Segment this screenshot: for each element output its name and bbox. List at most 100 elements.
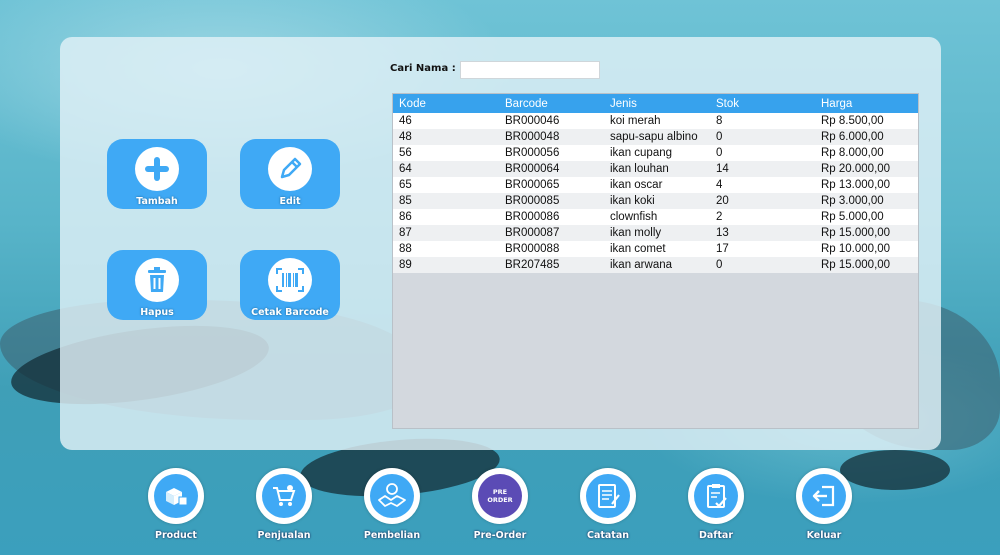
hapus-button[interactable]: Hapus xyxy=(107,250,207,320)
table-row[interactable]: 64 BR000064 ikan louhan 14 Rp 20.000,00 xyxy=(393,161,918,177)
nav-catatan[interactable]: Catatan xyxy=(572,468,644,548)
cell-harga: Rp 13.000,00 xyxy=(821,179,891,191)
nav-keluar[interactable]: Keluar xyxy=(788,468,860,548)
cell-harga: Rp 8.000,00 xyxy=(821,147,884,159)
barcode-icon xyxy=(268,258,312,302)
exit-icon xyxy=(802,474,846,518)
nav-penjualan-label: Penjualan xyxy=(257,530,311,541)
cell-jenis: ikan koki xyxy=(610,195,655,207)
cell-jenis: ikan arwana xyxy=(610,259,673,271)
cell-harga: Rp 20.000,00 xyxy=(821,163,891,175)
handshake-icon xyxy=(370,474,414,518)
trash-icon xyxy=(135,258,179,302)
cell-stok: 0 xyxy=(716,259,723,271)
column-header-barcode[interactable]: Barcode xyxy=(499,94,604,113)
nav-pembelian[interactable]: Pembelian xyxy=(356,468,428,548)
cell-jenis: ikan oscar xyxy=(610,179,663,191)
cell-kode: 48 xyxy=(399,131,412,143)
cell-jenis: koi merah xyxy=(610,115,661,127)
cell-barcode: BR207485 xyxy=(505,259,560,271)
plus-icon xyxy=(135,147,179,191)
cell-barcode: BR000085 xyxy=(505,195,560,207)
table-row[interactable]: 86 BR000086 clownfish 2 Rp 5.000,00 xyxy=(393,209,918,225)
table-row[interactable]: 89 BR207485 ikan arwana 0 Rp 15.000,00 xyxy=(393,257,918,273)
nav-keluar-label: Keluar xyxy=(806,530,842,541)
cell-stok: 4 xyxy=(716,179,723,191)
table-row[interactable]: 46 BR000046 koi merah 8 Rp 8.500,00 xyxy=(393,113,918,129)
cetak-barcode-button[interactable]: Cetak Barcode xyxy=(240,250,340,320)
cell-barcode: BR000046 xyxy=(505,115,560,127)
cell-jenis: clownfish xyxy=(610,211,658,223)
table-row[interactable]: 87 BR000087 ikan molly 13 Rp 15.000,00 xyxy=(393,225,918,241)
cell-kode: 89 xyxy=(399,259,412,271)
nav-daftar-label: Daftar xyxy=(698,530,734,541)
cell-harga: Rp 3.000,00 xyxy=(821,195,884,207)
cell-barcode: BR000056 xyxy=(505,147,560,159)
cell-barcode: BR000048 xyxy=(505,131,560,143)
nav-pembelian-label: Pembelian xyxy=(363,530,421,541)
table-row[interactable]: 56 BR000056 ikan cupang 0 Rp 8.000,00 xyxy=(393,145,918,161)
cell-kode: 46 xyxy=(399,115,412,127)
nav-daftar[interactable]: Daftar xyxy=(680,468,752,548)
edit-button[interactable]: Edit xyxy=(240,139,340,209)
nav-preorder-label: Pre-Order xyxy=(473,530,527,541)
column-header-stok[interactable]: Stok xyxy=(710,94,815,113)
nav-preorder[interactable]: PRE ORDER Pre-Order xyxy=(464,468,536,548)
cell-jenis: sapu-sapu albino xyxy=(610,131,698,143)
cell-harga: Rp 15.000,00 xyxy=(821,259,891,271)
cell-barcode: BR000065 xyxy=(505,179,560,191)
table-row[interactable]: 85 BR000085 ikan koki 20 Rp 3.000,00 xyxy=(393,193,918,209)
preorder-icon: PRE ORDER xyxy=(478,474,522,518)
cell-stok: 0 xyxy=(716,147,723,159)
cell-kode: 64 xyxy=(399,163,412,175)
column-header-harga[interactable]: Harga xyxy=(815,94,918,113)
cell-jenis: ikan cupang xyxy=(610,147,673,159)
cell-stok: 13 xyxy=(716,227,729,239)
cell-harga: Rp 8.500,00 xyxy=(821,115,884,127)
cell-jenis: ikan molly xyxy=(610,227,662,239)
nav-product[interactable]: Product xyxy=(140,468,212,548)
cell-kode: 88 xyxy=(399,243,412,255)
nav-penjualan[interactable]: Penjualan xyxy=(248,468,320,548)
cell-kode: 85 xyxy=(399,195,412,207)
pencil-icon xyxy=(268,147,312,191)
tambah-button[interactable]: Tambah xyxy=(107,139,207,209)
product-table[interactable]: Kode Barcode Jenis Stok Harga 46 BR000046… xyxy=(392,93,919,429)
hapus-label: Hapus xyxy=(140,307,174,318)
cetak-barcode-label: Cetak Barcode xyxy=(251,307,329,318)
table-row[interactable]: 65 BR000065 ikan oscar 4 Rp 13.000,00 xyxy=(393,177,918,193)
edit-label: Edit xyxy=(279,196,301,207)
bottom-nav: Product Penjualan Pembelian PRE ORDER Pr… xyxy=(0,460,1000,555)
table-header-row: Kode Barcode Jenis Stok Harga xyxy=(393,94,918,113)
cell-jenis: ikan louhan xyxy=(610,163,669,175)
nav-catatan-label: Catatan xyxy=(586,530,630,541)
cell-stok: 2 xyxy=(716,211,723,223)
table-row[interactable]: 88 BR000088 ikan comet 17 Rp 10.000,00 xyxy=(393,241,918,257)
cell-kode: 86 xyxy=(399,211,412,223)
cell-stok: 17 xyxy=(716,243,729,255)
table-row[interactable]: 48 BR000048 sapu-sapu albino 0 Rp 6.000,00 xyxy=(393,129,918,145)
cell-barcode: BR000064 xyxy=(505,163,560,175)
cell-barcode: BR000088 xyxy=(505,243,560,255)
search-input[interactable] xyxy=(460,61,600,79)
cell-kode: 56 xyxy=(399,147,412,159)
cell-kode: 87 xyxy=(399,227,412,239)
cell-stok: 0 xyxy=(716,131,723,143)
boxes-icon xyxy=(154,474,198,518)
cell-stok: 20 xyxy=(716,195,729,207)
cell-harga: Rp 15.000,00 xyxy=(821,227,891,239)
column-header-jenis[interactable]: Jenis xyxy=(604,94,710,113)
cell-barcode: BR000086 xyxy=(505,211,560,223)
column-header-kode[interactable]: Kode xyxy=(393,94,499,113)
cell-harga: Rp 5.000,00 xyxy=(821,211,884,223)
cart-icon xyxy=(262,474,306,518)
preorder-badge-text: PRE ORDER xyxy=(487,488,513,504)
clipboard-check-icon xyxy=(694,474,738,518)
cell-harga: Rp 10.000,00 xyxy=(821,243,891,255)
cell-barcode: BR000087 xyxy=(505,227,560,239)
notepad-icon xyxy=(586,474,630,518)
cell-stok: 8 xyxy=(716,115,723,127)
cell-kode: 65 xyxy=(399,179,412,191)
search-label: Cari Nama : xyxy=(390,63,456,74)
cell-stok: 14 xyxy=(716,163,729,175)
